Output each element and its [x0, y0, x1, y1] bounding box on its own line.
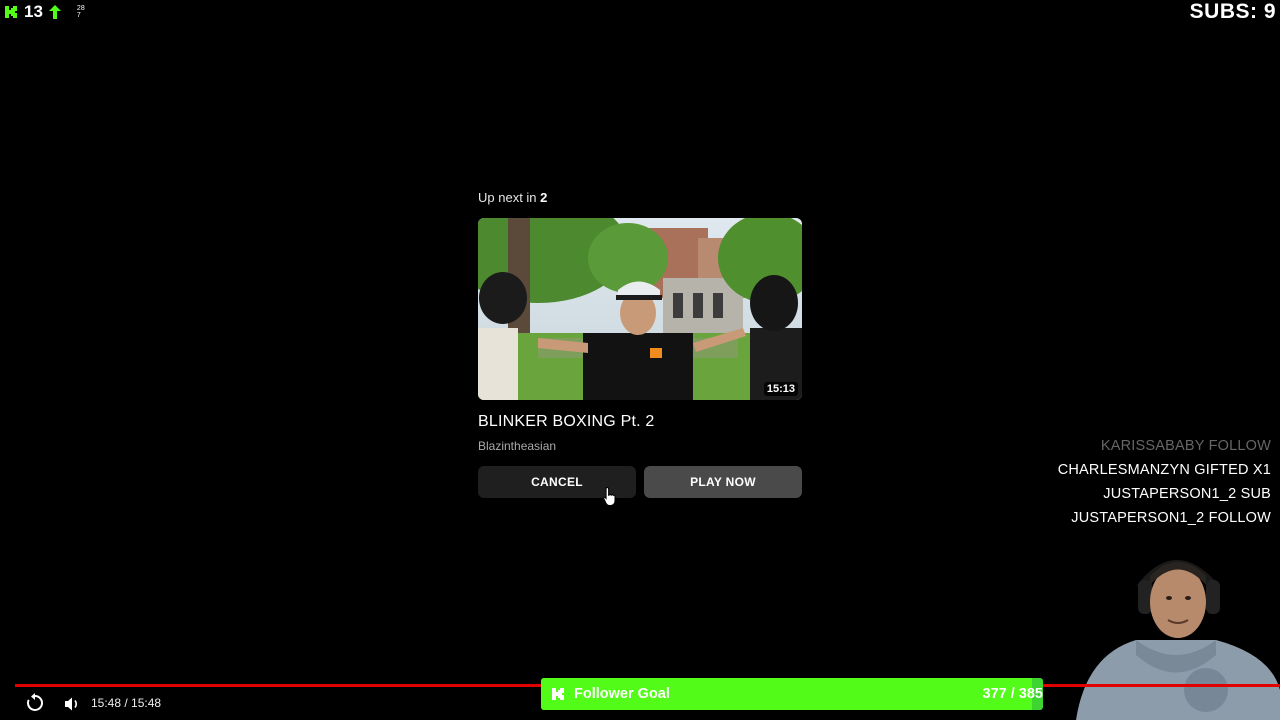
up-next-prefix: Up next in: [478, 190, 541, 205]
webcam-overlay: [1066, 540, 1280, 720]
feed-item: KARISSABABY FOLLOW: [1100, 438, 1271, 454]
channel-name[interactable]: Blazintheasian: [478, 439, 802, 453]
event-feed: KARISSABABY FOLLOW CHARLESMANZYN GIFTED …: [1058, 434, 1271, 530]
follower-goal-label: Follower Goal: [574, 686, 670, 702]
up-next-countdown: 2: [540, 190, 548, 205]
video-title[interactable]: BLINKER BOXING Pt. 2: [478, 413, 802, 431]
streamer-cam-image: [1066, 540, 1280, 720]
subs-counter: SUBS: 9: [1189, 0, 1276, 23]
video-duration: 15:13: [763, 382, 798, 396]
volume-icon[interactable]: [62, 694, 82, 714]
cursor-icon: [603, 486, 616, 506]
up-next-card: Up next in 2 15:13 BLINKER BOXING Pt. 2 …: [478, 190, 802, 498]
kick-logo-icon: [5, 6, 17, 18]
tiny-stat-bottom: 7: [76, 12, 81, 19]
up-next-actions: CANCEL PLAY NOW: [478, 466, 802, 498]
replay-icon[interactable]: [24, 692, 46, 714]
follower-goal-count: 377 / 385: [982, 686, 1043, 702]
follower-goal-bar: Follower Goal 377 / 385: [541, 678, 1043, 710]
time-display: 15:48 / 15:48: [91, 696, 162, 710]
thumbnail-image: [478, 218, 802, 400]
up-arrow-icon: [48, 5, 61, 19]
feed-item: CHARLESMANZYN GIFTED X1: [1057, 462, 1271, 478]
viewer-count: 13: [24, 2, 43, 21]
kick-logo-icon: [552, 688, 564, 700]
feed-item: JUSTAPERSON1_2 SUB: [1103, 486, 1271, 502]
viewer-stats: 13 28 7: [4, 2, 85, 22]
feed-item: JUSTAPERSON1_2 FOLLOW: [1071, 510, 1271, 526]
tiny-stat-top: 28: [76, 5, 85, 12]
up-next-label: Up next in 2: [478, 190, 802, 206]
tiny-stats: 28 7: [77, 5, 85, 19]
video-thumbnail[interactable]: 15:13: [478, 218, 802, 400]
play-now-button[interactable]: PLAY NOW: [644, 466, 802, 498]
